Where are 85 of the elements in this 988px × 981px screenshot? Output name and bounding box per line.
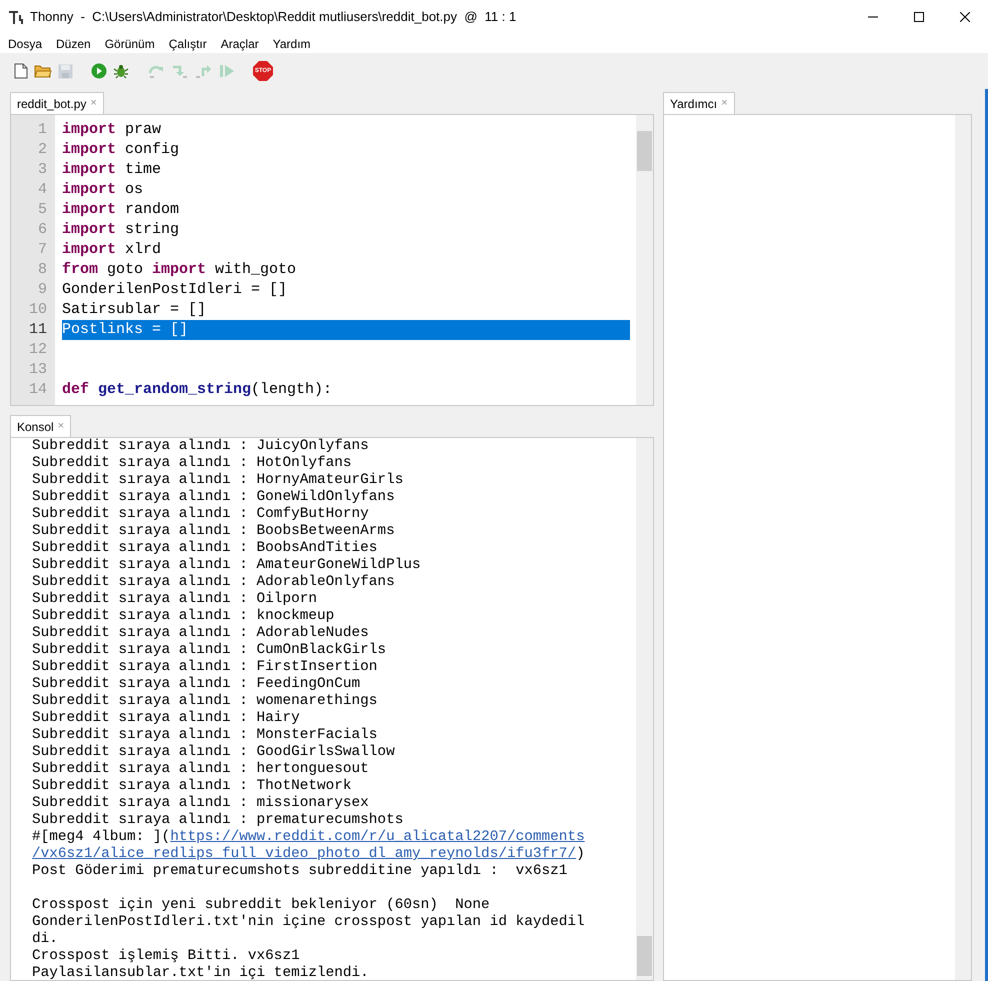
line-number: 13	[28, 360, 48, 380]
line-number: 1	[36, 120, 48, 140]
scrollbar[interactable]	[636, 115, 653, 405]
console-line: Crosspost işlemiş Bitti. vx6sz1	[32, 948, 301, 965]
line-number: 4	[36, 180, 48, 200]
tab-label: reddit_bot.py	[17, 96, 86, 112]
console-line: Subreddit sıraya alındı : MonsterFacials	[32, 727, 378, 744]
menu-item[interactable]: Araçlar	[220, 34, 259, 52]
line-number: 11	[28, 320, 48, 340]
code-line: GonderilenPostIdleri = []	[62, 280, 288, 300]
console-line: Subreddit sıraya alındı : GoneWildOnlyfans	[32, 489, 396, 506]
maximize-icon	[914, 12, 924, 22]
code-line: def get_random_string(length):	[62, 380, 334, 400]
code-line: import config	[62, 140, 180, 160]
tab[interactable]: Yardımcı ×	[663, 92, 735, 114]
bug-icon[interactable]	[113, 63, 129, 79]
console-line: Subreddit sıraya alındı : BoobsAndTities	[32, 540, 378, 557]
console-line: Subreddit sıraya alındı : hertonguesout	[32, 761, 370, 778]
console-line: Post Göderimi prematurecumshots subredditine yapıldı : vx6sz1	[32, 863, 568, 880]
console-line: GonderilenPostIdleri.txt'nin içine crosspost yapılan id kaydedil	[32, 914, 586, 931]
code-line: import random	[62, 200, 180, 220]
scrollbar-thumb[interactable]	[637, 131, 652, 171]
console[interactable]	[10, 437, 654, 981]
tab-label: Yardımcı	[670, 96, 718, 112]
console-line: Subreddit sıraya alındı : Oilporn	[32, 591, 318, 608]
line-number: 9	[36, 280, 48, 300]
code-line: Satirsublar = []	[62, 300, 208, 320]
console-line: Subreddit sıraya alındı : HornyAmateurGirls	[32, 472, 404, 489]
menu-item[interactable]: Yardım	[272, 34, 311, 52]
close-icon	[960, 12, 970, 22]
console-line: Subreddit sıraya alındı : BoobsBetweenArms	[32, 523, 396, 540]
folder-icon[interactable]	[34, 63, 52, 79]
link[interactable]: https://www.reddit.com/r/u_alicatal2207/comments	[170, 829, 585, 845]
line-number: 12	[28, 340, 48, 360]
console-line: Subreddit sıraya alındı : Hairy	[32, 710, 301, 727]
new-file-icon[interactable]	[14, 63, 28, 79]
line-number: 7	[36, 240, 48, 260]
console-line: /vx6sz1/alice_redlips_full_video_photo_dl_amy_reynolds/ifu3fr7/)	[32, 846, 586, 863]
menu-item[interactable]: Görünüm	[104, 34, 155, 52]
line-number: 10	[28, 300, 48, 320]
code-line: import string	[62, 220, 180, 240]
tab-label: Konsol	[17, 418, 54, 436]
scrollbar-thumb[interactable]	[637, 936, 652, 976]
tab[interactable]: reddit_bot.py ×	[10, 92, 104, 114]
scrollbar[interactable]	[636, 438, 653, 980]
window-title: Thonny - C:\Users\Administrator\Desktop\Reddit mutliusers\reddit_bot.py @ 11 : 1	[30, 8, 516, 26]
line-number: 3	[36, 160, 48, 180]
console-line: Subreddit sıraya alındı : AdorableNudes	[32, 625, 370, 642]
console-line: Subreddit sıraya alındı : FirstInsertion	[32, 659, 378, 676]
console-line: Subreddit sıraya alındı : JuicyOnlyfans	[32, 438, 370, 455]
line-number: 5	[36, 200, 48, 220]
link[interactable]: /vx6sz1/alice_redlips_full_video_photo_dl_amy_reynolds/ifu3fr7/	[32, 846, 576, 862]
code-line: import praw	[62, 120, 162, 140]
console-line: Subreddit sıraya alındı : AdorableOnlyfans	[32, 574, 396, 591]
console-line: di.	[32, 931, 59, 948]
code-line: import time	[62, 160, 162, 180]
tab[interactable]: Konsol ×	[10, 415, 72, 437]
code-editor[interactable]	[10, 114, 654, 406]
console-line: Subreddit sıraya alındı : HotOnlyfans	[32, 455, 353, 472]
console-line: Subreddit sıraya alındı : GoodGirlsSwallow	[32, 744, 396, 761]
code-line: from goto import with_goto	[62, 260, 298, 280]
menu-item[interactable]: Düzen	[56, 34, 91, 52]
code-line: import xlrd	[62, 240, 162, 260]
console-line: Subreddit sıraya alındı : prematurecumshots	[32, 812, 404, 829]
line-number: 2	[36, 140, 48, 160]
console-line: Subreddit sıraya alındı : missionarysex	[32, 795, 370, 812]
console-line: Subreddit sıraya alındı : AmateurGoneWildPlus	[32, 557, 422, 574]
menu-item[interactable]: Dosya	[8, 34, 42, 52]
menu-item[interactable]: Çalıştır	[168, 34, 207, 52]
line-number: 8	[36, 260, 48, 280]
console-line: Subreddit sıraya alındı : knockmeup	[32, 608, 336, 625]
code-line: import os	[62, 180, 144, 200]
app-logo-icon	[8, 9, 24, 25]
console-line: Subreddit sıraya alındı : ComfyButHorny	[32, 506, 370, 523]
console-line: Crosspost için yeni subreddit bekleniyor (60sn) None	[32, 897, 491, 914]
console-line: #[meg4 4lbum: ](https://www.reddit.com/r/u_alicatal2207/comments	[32, 829, 586, 846]
line-number: 14	[28, 380, 48, 400]
console-line: Paylasilansublar.txt'in içi temizlendi.	[32, 965, 370, 980]
console-line: Subreddit sıraya alındı : FeedingOnCum	[32, 676, 362, 693]
line-number: 6	[36, 220, 48, 240]
console-line: Subreddit sıraya alındı : CumOnBlackGirls	[32, 642, 388, 659]
run-icon[interactable]	[91, 63, 107, 79]
scrollbar[interactable]	[955, 115, 971, 980]
console-line: Subreddit sıraya alındı : ThotNetwork	[32, 778, 353, 795]
console-line: Subreddit sıraya alındı : womenarethings	[32, 693, 378, 710]
